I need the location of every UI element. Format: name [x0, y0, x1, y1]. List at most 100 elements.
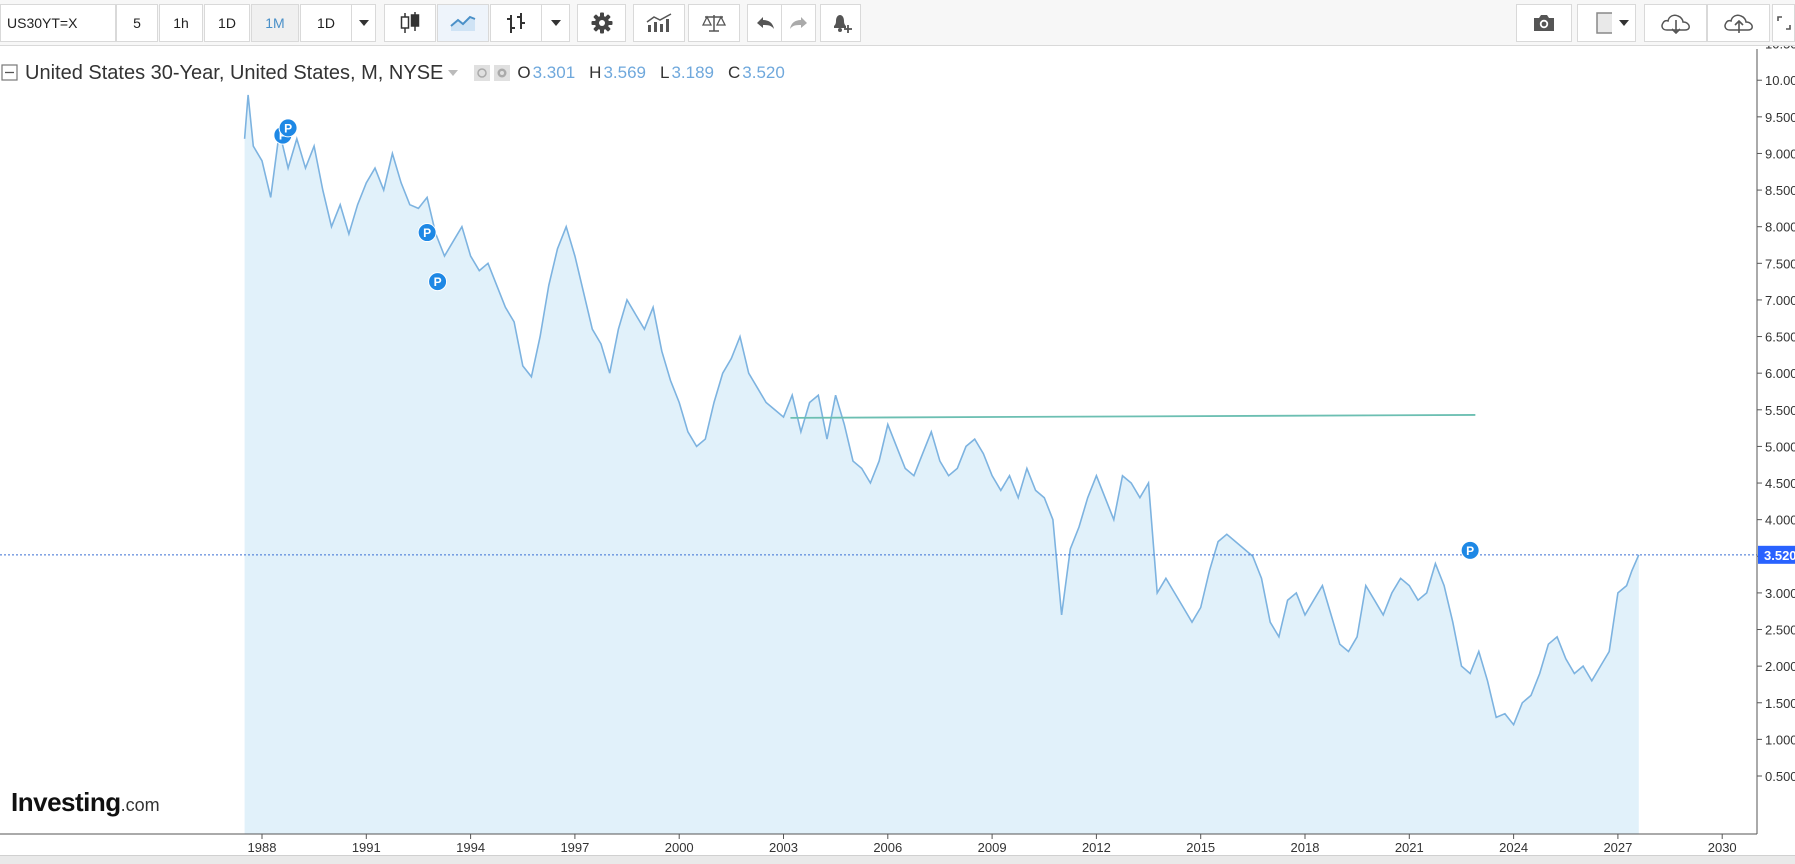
chevron-down-icon: [1618, 20, 1629, 26]
area-style-button[interactable]: [437, 4, 489, 42]
y-tick-label: 10.000: [1765, 73, 1795, 88]
y-tick-label: 5.000: [1765, 439, 1795, 454]
y-tick-label: 7.500: [1765, 256, 1795, 271]
close-label: C: [728, 63, 741, 82]
y-tick-label: 9.500: [1765, 110, 1795, 125]
undo-button[interactable]: [747, 4, 782, 42]
series-settings-icon[interactable]: [493, 64, 511, 82]
area-chart-icon: [450, 15, 476, 31]
x-tick-label: 2021: [1395, 840, 1424, 855]
y-tick-label: 2.500: [1765, 623, 1795, 638]
redo-button[interactable]: [781, 4, 816, 42]
x-tick-label: 2006: [873, 840, 902, 855]
y-tick-label: 3.000: [1765, 586, 1795, 601]
x-tick-label: 2024: [1499, 840, 1528, 855]
y-tick-label: 7.000: [1765, 293, 1795, 308]
x-tick-label: 1994: [456, 840, 485, 855]
chevron-down-icon: [358, 20, 369, 26]
screenshot-button[interactable]: [1516, 4, 1572, 42]
bell-plus-icon: [833, 15, 852, 33]
y-tick-label: 8.000: [1765, 220, 1795, 235]
p-marker[interactable]: P: [417, 223, 437, 243]
settings-button[interactable]: [577, 4, 626, 42]
chart-toolbar: 5 1h 1D 1M 1D: [0, 0, 1795, 46]
y-tick-label: 0.500: [1765, 769, 1795, 784]
interval-1m-label: 1M: [265, 15, 285, 31]
x-tick-label: 2015: [1186, 840, 1215, 855]
indicators-button[interactable]: [633, 4, 685, 42]
candlestick-icon: [400, 12, 420, 33]
scales-icon: [702, 15, 726, 32]
open-value: 3.301: [532, 63, 576, 82]
layout-dropdown-button[interactable]: [1612, 4, 1636, 42]
high-value: 3.569: [603, 63, 646, 82]
interval-custom-button[interactable]: 1D: [300, 4, 352, 42]
logo-suffix: .com: [120, 795, 160, 815]
low-value: 3.189: [671, 63, 714, 82]
symbol-search-input[interactable]: [0, 4, 116, 42]
y-tick-label: 4.000: [1765, 513, 1795, 528]
save-chart-button[interactable]: [1707, 4, 1770, 42]
interval-1m-button[interactable]: 1M: [251, 4, 299, 42]
y-tick-label: 2.000: [1765, 659, 1795, 674]
collapse-legend-icon[interactable]: [1, 64, 19, 82]
p-marker-label: P: [284, 121, 292, 135]
chevron-down-icon[interactable]: [447, 69, 459, 77]
y-tick-label: 4.500: [1765, 476, 1795, 491]
interval-dropdown-button[interactable]: [351, 4, 376, 42]
redo-icon: [789, 17, 807, 29]
candles-style-button[interactable]: [384, 4, 436, 42]
chart-style-dropdown-button[interactable]: [541, 4, 570, 42]
x-tick-label: 2018: [1291, 840, 1320, 855]
p-marker-label: P: [423, 226, 431, 240]
add-alert-button[interactable]: [820, 4, 861, 42]
current-price-label: 3.520: [1764, 548, 1795, 563]
bottom-scroll-strip[interactable]: [0, 855, 1795, 864]
y-tick-label: 10.500: [1765, 46, 1795, 52]
low-label: L: [659, 63, 670, 82]
close-value: 3.520: [742, 63, 785, 82]
y-tick-label: 1.000: [1765, 732, 1795, 747]
x-tick-label: 2000: [665, 840, 694, 855]
interval-1h-label: 1h: [173, 15, 189, 31]
y-tick-label: 8.500: [1765, 183, 1795, 198]
interval-5-label: 5: [133, 15, 141, 31]
load-chart-button[interactable]: [1644, 4, 1707, 42]
x-tick-label: 1997: [560, 840, 589, 855]
y-tick-label: 5.500: [1765, 403, 1795, 418]
logo-main: Investing: [11, 787, 121, 817]
x-tick-label: 1991: [352, 840, 381, 855]
interval-1d-button[interactable]: 1D: [204, 4, 250, 42]
investing-logo: Investing.com: [11, 787, 160, 818]
ohlc-bars-icon: [507, 13, 525, 33]
fullscreen-icon: [1776, 16, 1791, 30]
x-tick-label: 2030: [1708, 840, 1737, 855]
cloud-upload-icon: [1723, 14, 1753, 33]
y-tick-label: 6.000: [1765, 366, 1795, 381]
fullscreen-button[interactable]: [1772, 4, 1795, 42]
compare-button[interactable]: [688, 4, 740, 42]
bars-style-button[interactable]: [490, 4, 542, 42]
y-tick-label: 1.500: [1765, 696, 1795, 711]
gear-icon: [591, 12, 612, 34]
x-axis[interactable]: 1988 1991 1994 1997 2000 2003 2006 2009 2012 2015…: [248, 834, 1737, 855]
open-label: O: [517, 63, 531, 82]
series-title[interactable]: United States 30-Year, United States, M,…: [25, 62, 443, 85]
p-marker[interactable]: P: [1460, 540, 1480, 560]
interval-1h-button[interactable]: 1h: [159, 4, 203, 42]
p-marker-label: P: [1466, 544, 1474, 558]
p-marker[interactable]: P: [278, 118, 298, 138]
undo-icon: [756, 17, 774, 29]
indicators-icon: [646, 13, 672, 32]
chevron-down-icon: [550, 20, 561, 26]
x-tick-label: 2009: [978, 840, 1007, 855]
x-tick-label: 1988: [248, 840, 277, 855]
y-tick-label: 9.000: [1765, 146, 1795, 161]
eye-toggle-icon[interactable]: [473, 64, 491, 82]
price-chart[interactable]: PPPPP 0.5001.0001.5002.0002.5003.0003.50…: [0, 46, 1795, 855]
y-tick-label: 6.500: [1765, 330, 1795, 345]
p-marker[interactable]: P: [428, 272, 448, 292]
cloud-download-icon: [1660, 14, 1690, 34]
interval-5-button[interactable]: 5: [116, 4, 158, 42]
high-label: H: [589, 63, 602, 82]
